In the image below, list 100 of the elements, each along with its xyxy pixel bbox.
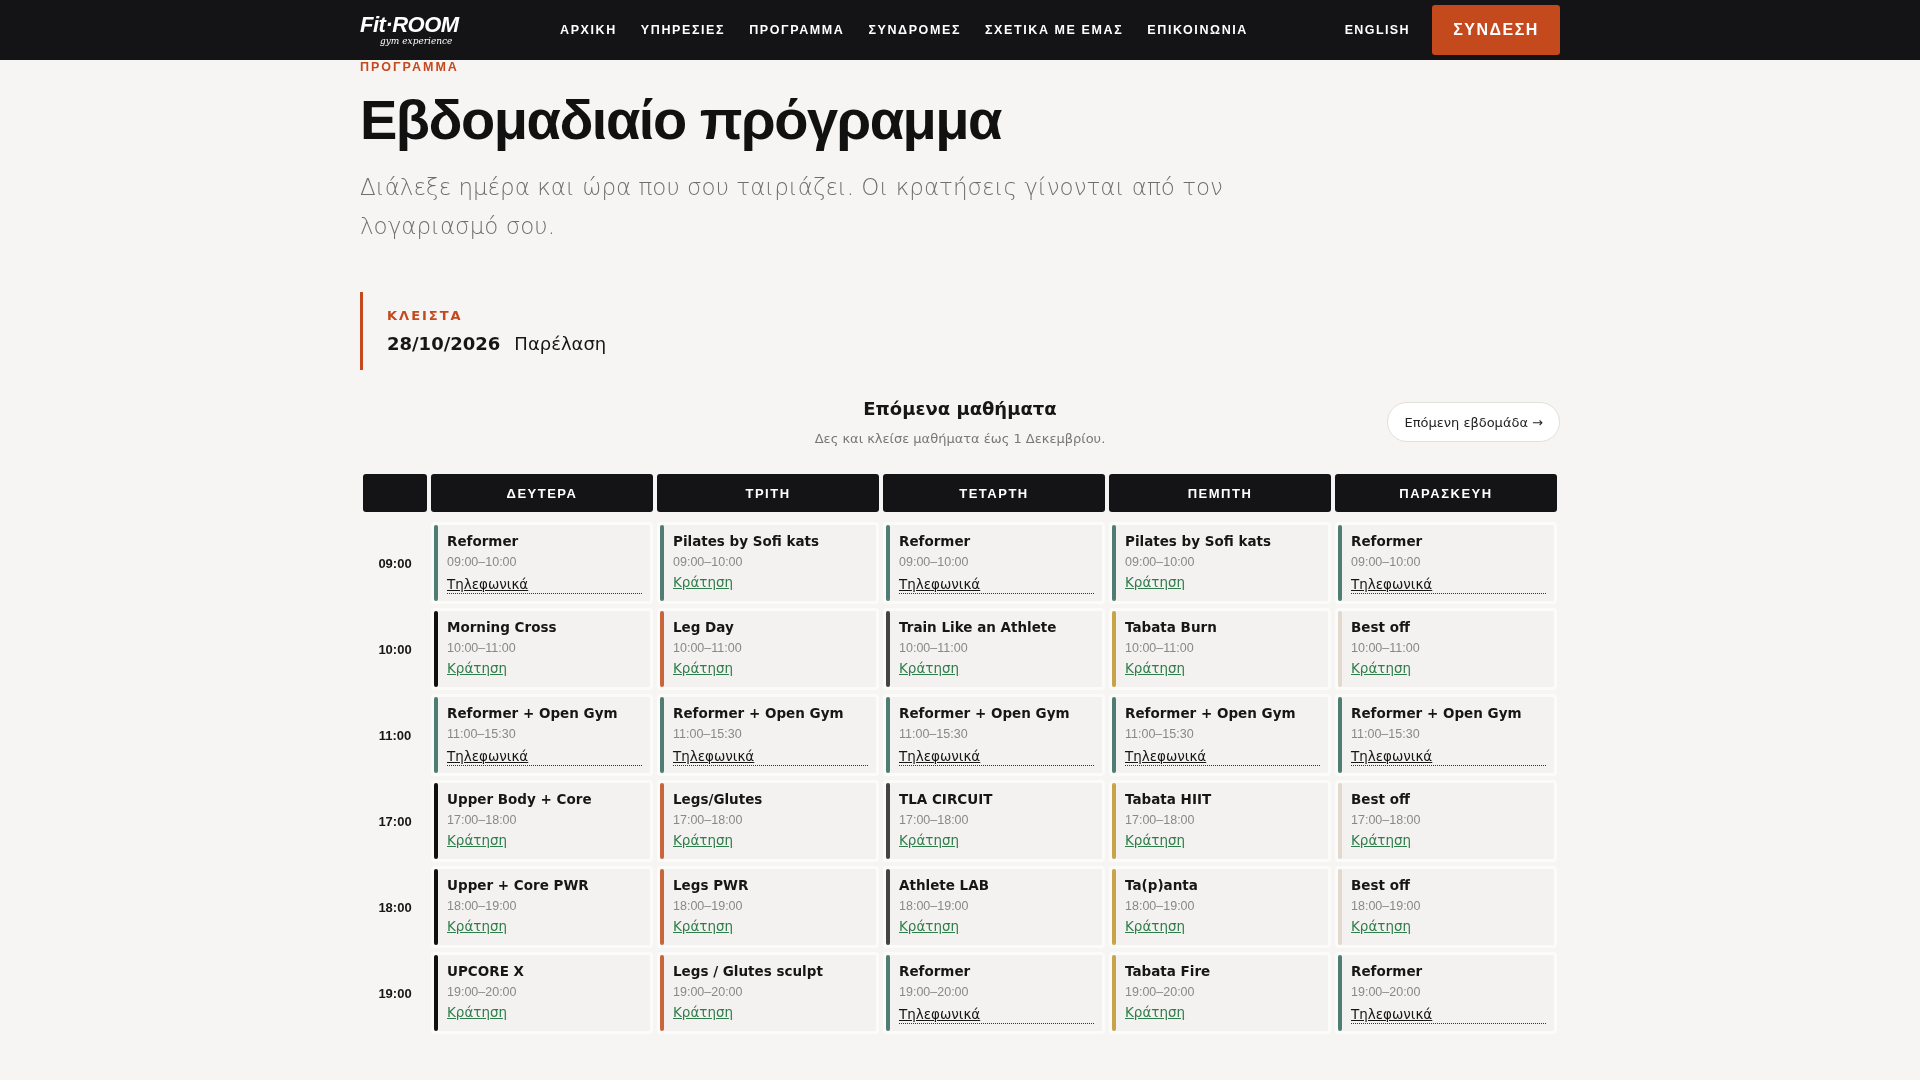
logo-tagline: gym experience <box>380 35 454 47</box>
book-link[interactable]: Κράτηση <box>1125 1004 1186 1021</box>
class-time: 17:00–18:00 <box>447 813 518 827</box>
class-time: 10:00–11:00 <box>447 641 517 655</box>
book-link[interactable]: Κράτηση <box>447 660 508 677</box>
class-name: Pilates by Sofi kats <box>1125 532 1273 550</box>
class-name: TLA CIRCUIT <box>899 790 994 808</box>
class-time: 19:00–20:00 <box>1351 985 1422 999</box>
book-link[interactable]: Κράτηση <box>899 918 960 935</box>
book-link[interactable]: Κράτηση <box>447 832 508 849</box>
phone-booking-text: Τηλεφωνικά <box>1351 748 1433 765</box>
class-time: 09:00–10:00 <box>447 555 518 569</box>
class-name: Train Like an Athlete <box>899 618 1058 636</box>
next-week-button[interactable]: Επόμενη εβδομάδα → <box>1387 402 1560 442</box>
section-kicker: ΠΡΟΓΡΑΜΜΑ <box>360 60 460 74</box>
phone-booking-text: Τηλεφωνικά <box>1125 748 1207 765</box>
book-link[interactable]: Κράτηση <box>1351 832 1412 849</box>
class-time: 10:00–11:00 <box>673 641 743 655</box>
schedule-title: Επόμενα μαθήματα <box>862 398 1058 419</box>
nav-link[interactable]: ΣΥΝΔΡΟΜΕΣ <box>868 23 961 37</box>
book-link[interactable]: Κράτηση <box>1351 918 1412 935</box>
phone-booking-text: Τηλεφωνικά <box>899 1006 981 1023</box>
class-time: 19:00–20:00 <box>673 985 744 999</box>
book-link[interactable]: Κράτηση <box>447 1004 508 1021</box>
class-time: 17:00–18:00 <box>1351 813 1422 827</box>
login-button[interactable]: ΣΥΝΔΕΣΗ <box>1432 5 1560 55</box>
time-label: 17:00 <box>378 813 412 829</box>
time-label: 09:00 <box>378 555 412 571</box>
class-time: 11:00–15:30 <box>1351 727 1421 741</box>
class-name: Reformer <box>899 962 972 980</box>
class-time: 10:00–11:00 <box>1351 641 1421 655</box>
class-time: 19:00–20:00 <box>899 985 970 999</box>
book-link[interactable]: Κράτηση <box>673 660 734 677</box>
class-name: Reformer <box>1351 962 1424 980</box>
day-header: ΤΡΙΤΗ <box>657 474 879 512</box>
book-link[interactable]: Κράτηση <box>673 918 734 935</box>
schedule-subtitle: Δες και κλείσε μαθήματα έως 1 Δεκεμβρίου. <box>813 431 1107 446</box>
class-name: Ta(p)anta <box>1125 876 1199 894</box>
book-link[interactable]: Κράτηση <box>673 832 734 849</box>
class-name: Reformer <box>1351 532 1424 550</box>
header-cell <box>363 474 427 512</box>
book-link[interactable]: Κράτηση <box>447 918 508 935</box>
time-label: 19:00 <box>378 985 412 1001</box>
class-time: 18:00–19:00 <box>1125 899 1196 913</box>
class-name: Upper Body + Core <box>447 790 593 808</box>
phone-booking-text: Τηλεφωνικά <box>447 748 529 765</box>
class-name: Best off <box>1351 790 1411 808</box>
book-link[interactable]: Κράτηση <box>673 574 734 591</box>
book-link[interactable]: Κράτηση <box>1125 832 1186 849</box>
class-name: Legs / Glutes sculpt <box>673 962 824 980</box>
class-name: Athlete LAB <box>899 876 990 894</box>
closed-reason: Παρέλαση <box>514 333 607 354</box>
logo-text[interactable]: Fit·ROOM <box>360 13 560 36</box>
book-link[interactable]: Κράτηση <box>673 1004 734 1021</box>
nav-link[interactable]: ΥΠΗΡΕΣΙΕΣ <box>640 23 726 37</box>
book-link[interactable]: Κράτηση <box>1125 918 1186 935</box>
language-link[interactable]: ENGLISH <box>1344 23 1410 37</box>
class-time: 17:00–18:00 <box>899 813 970 827</box>
nav-link[interactable]: ΣΧΕΤΙΚΑ ΜΕ ΕΜΑΣ <box>985 23 1124 37</box>
class-name: Morning Cross <box>447 618 558 636</box>
nav-link[interactable]: ΕΠΙΚΟΙΝΩΝΙΑ <box>1147 23 1248 37</box>
nav-link[interactable]: ΠΡΟΓΡΑΜΜΑ <box>749 23 845 37</box>
book-link[interactable]: Κράτηση <box>899 660 960 677</box>
class-time: 09:00–10:00 <box>1351 555 1422 569</box>
phone-booking-text: Τηλεφωνικά <box>1351 1006 1433 1023</box>
phone-booking-text: Τηλεφωνικά <box>899 748 981 765</box>
class-time: 11:00–15:30 <box>899 727 969 741</box>
class-time: 09:00–10:00 <box>673 555 744 569</box>
time-label: 11:00 <box>378 727 412 743</box>
book-link[interactable]: Κράτηση <box>899 832 960 849</box>
class-name: Reformer <box>447 532 520 550</box>
class-time: 10:00–11:00 <box>1125 641 1195 655</box>
class-name: Reformer + Open Gym <box>899 704 1071 722</box>
class-name: UPCORE X <box>447 962 525 980</box>
closed-date: 28/10/2026 <box>387 333 501 354</box>
page-title: Εβδομαδιαίο πρόγραμμα <box>360 88 1003 152</box>
intro-text: Διάλεξε ημέρα και ώρα που σου ταιριάζει. Οι κρατήσεις γίνονται από τον λογαριασμό σου. <box>360 173 1224 241</box>
class-name: Tabata HIIT <box>1125 790 1213 808</box>
class-time: 19:00–20:00 <box>1125 985 1196 999</box>
class-name: Reformer + Open Gym <box>1351 704 1523 722</box>
phone-booking-text: Τηλεφωνικά <box>1351 576 1433 593</box>
class-time: 09:00–10:00 <box>899 555 970 569</box>
phone-booking-text: Τηλεφωνικά <box>673 748 755 765</box>
book-link[interactable]: Κράτηση <box>1125 574 1186 591</box>
closed-label: ΚΛΕΙΣΤΑ <box>387 308 464 323</box>
time-label: 10:00 <box>378 641 412 657</box>
book-link[interactable]: Κράτηση <box>1351 660 1412 677</box>
day-header: ΔΕΥΤΕΡΑ <box>431 474 653 512</box>
class-name: Pilates by Sofi kats <box>673 532 821 550</box>
class-name: Legs/Glutes <box>673 790 764 808</box>
class-time: 17:00–18:00 <box>1125 813 1196 827</box>
time-label: 18:00 <box>378 899 412 915</box>
class-name: Tabata Fire <box>1125 962 1212 980</box>
class-time: 17:00–18:00 <box>673 813 744 827</box>
book-link[interactable]: Κράτηση <box>1125 660 1186 677</box>
class-time: 18:00–19:00 <box>447 899 518 913</box>
nav-link[interactable]: ΑΡΧΙΚΗ <box>560 23 617 37</box>
class-time: 10:00–11:00 <box>899 641 969 655</box>
class-name: Best off <box>1351 618 1411 636</box>
phone-booking-text: Τηλεφωνικά <box>899 576 981 593</box>
